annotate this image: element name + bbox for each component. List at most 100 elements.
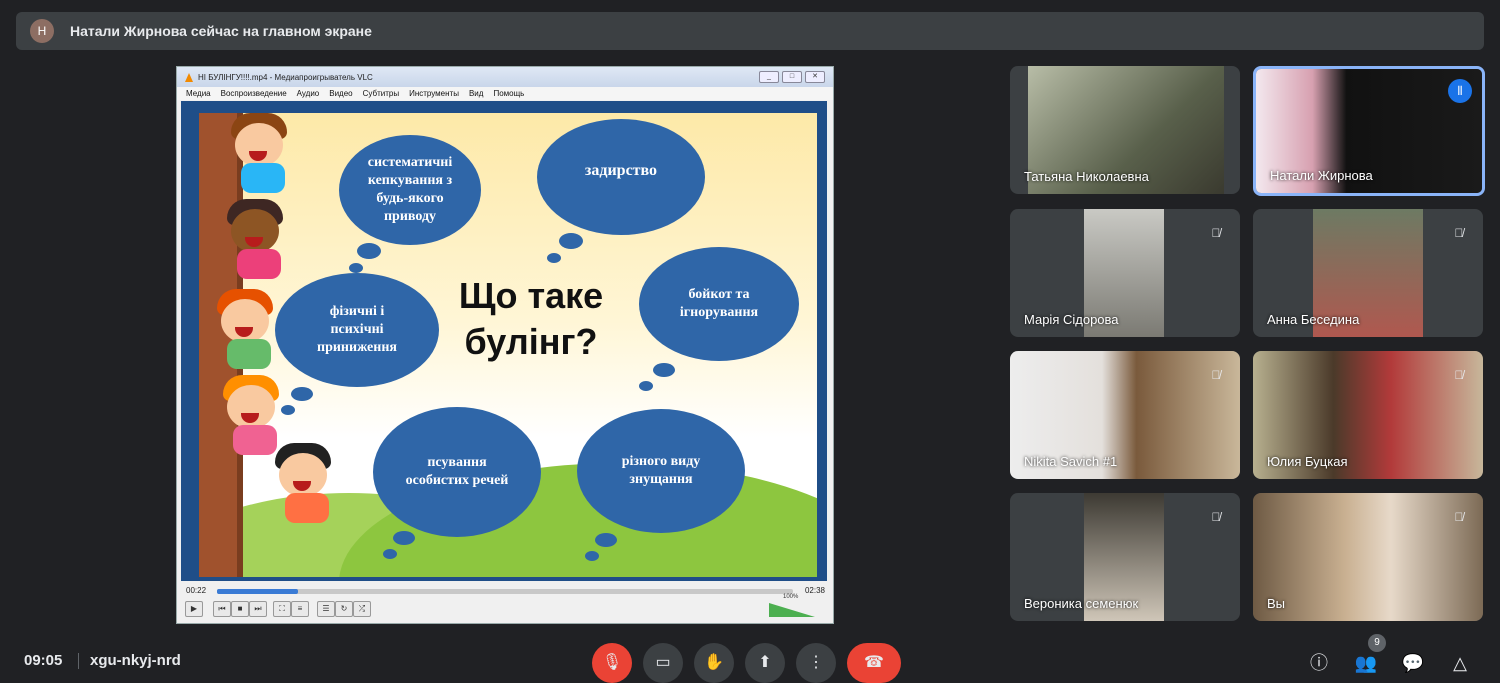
slide-title: Що таке булінг?	[458, 275, 604, 362]
participant-name: Анна Беседина	[1267, 312, 1360, 327]
volume-percent: 100%	[783, 594, 799, 600]
maximize-button[interactable]: □	[782, 71, 802, 83]
activities-button[interactable]: △	[1447, 650, 1473, 676]
slide: систематичні кепкування з будь-якого при…	[199, 113, 817, 577]
next-button[interactable]: ⏭	[249, 601, 267, 617]
participant-tile[interactable]: ⦀ Натали Жирнова	[1253, 66, 1485, 196]
menu-item[interactable]: Аудио	[297, 89, 320, 98]
participant-name: Натали Жирнова	[1270, 168, 1373, 183]
fullscreen-button[interactable]: ⛶	[273, 601, 291, 617]
vlc-cone-icon	[185, 72, 193, 82]
participant-tile[interactable]: 🎙̸ Вы	[1253, 493, 1483, 621]
mic-off-icon: 🎙̸	[1454, 510, 1464, 524]
playlist-button[interactable]: ☰	[317, 601, 335, 617]
thought-bubble	[393, 531, 415, 545]
previous-button[interactable]: ⏮	[213, 601, 231, 617]
end-call-icon: ☎	[864, 654, 884, 671]
camera-icon: ▭	[655, 654, 671, 671]
close-button[interactable]: ✕	[805, 71, 825, 83]
thought-bubble	[639, 381, 653, 391]
presentation-banner: Н Натали Жирнова сейчас на главном экран…	[16, 12, 1484, 50]
kid-illustration	[273, 443, 343, 543]
vlc-menubar: Медиа Воспроизведение Аудио Видео Субтит…	[177, 87, 833, 100]
kid-illustration	[225, 199, 295, 289]
participant-tile[interactable]: Татьяна Николаевна	[1010, 66, 1240, 194]
shared-screen: НІ БУЛІНГУ!!!!.mp4 - Медиапроигрыватель …	[176, 66, 834, 624]
participant-name: Вы	[1267, 596, 1286, 611]
camera-toggle-button[interactable]: ▭	[643, 643, 683, 683]
participant-name: Юлия Буцкая	[1267, 454, 1348, 469]
participant-name: Татьяна Николаевна	[1024, 169, 1149, 184]
speaking-indicator-icon: ⦀	[1448, 79, 1472, 103]
thought-bubble	[291, 387, 313, 401]
people-button[interactable]: 👥	[1353, 650, 1379, 676]
video-area[interactable]: систематичні кепкування з будь-якого при…	[181, 101, 827, 581]
mic-off-icon: 🎙̸	[1211, 510, 1221, 524]
raise-hand-button[interactable]: ✋	[694, 643, 734, 683]
cloud-abuse: різного виду знущання	[577, 409, 745, 533]
thought-bubble	[349, 263, 363, 273]
participant-tile[interactable]: 🎙̸ Юлия Буцкая	[1253, 351, 1483, 479]
divider	[78, 653, 79, 669]
thought-bubble	[383, 549, 397, 559]
stop-button[interactable]: ■	[231, 601, 249, 617]
seek-bar[interactable]	[217, 589, 793, 594]
meeting-clock: 09:05	[24, 652, 63, 669]
menu-item[interactable]: Видео	[329, 89, 352, 98]
participant-tile[interactable]: 🎙̸ Вероника семенюк	[1010, 493, 1240, 621]
menu-item[interactable]: Помощь	[493, 89, 524, 98]
kid-illustration	[229, 113, 299, 203]
activities-icon: △	[1453, 653, 1467, 673]
meeting-details-button[interactable]: ⓘ	[1306, 650, 1332, 676]
thought-bubble	[595, 533, 617, 547]
meeting-code: xgu-nkyj-nrd	[90, 652, 181, 669]
participant-tile[interactable]: 🎙̸ Nikita Savich #1	[1010, 351, 1240, 479]
people-icon: 👥	[1354, 653, 1378, 673]
banner-text: Натали Жирнова сейчас на главном экране	[70, 23, 372, 39]
mic-off-icon: 🎙	[601, 654, 623, 671]
presenter-avatar: Н	[30, 19, 54, 43]
participant-name: Вероника семенюк	[1024, 596, 1139, 611]
thought-bubble	[357, 243, 381, 259]
more-icon: ⋮	[808, 654, 824, 671]
end-call-button[interactable]: ☎	[847, 643, 901, 683]
present-button[interactable]: ⬆	[745, 643, 785, 683]
raise-hand-icon: ✋	[704, 654, 724, 671]
mic-off-icon: 🎙̸	[1454, 226, 1464, 240]
play-button[interactable]: ▶	[185, 601, 203, 617]
menu-item[interactable]: Инструменты	[409, 89, 459, 98]
mic-toggle-button[interactable]: 🎙	[592, 643, 632, 683]
extended-settings-button[interactable]: ≡	[291, 601, 309, 617]
volume-slider[interactable]: 100%	[769, 594, 815, 617]
cloud-damage: псування особистих речей	[373, 407, 541, 537]
thought-bubble	[559, 233, 583, 249]
vlc-titlebar: НІ БУЛІНГУ!!!!.mp4 - Медиапроигрыватель …	[177, 67, 833, 87]
participant-name: Nikita Savich #1	[1024, 454, 1118, 469]
thought-bubble	[585, 551, 599, 561]
loop-button[interactable]: ↻	[335, 601, 353, 617]
menu-item[interactable]: Субтитры	[363, 89, 399, 98]
minimize-button[interactable]: _	[759, 71, 779, 83]
shuffle-button[interactable]: ⤮	[353, 601, 371, 617]
cloud-humiliation: фізичні і психічні приниження	[275, 273, 439, 387]
vlc-title: НІ БУЛІНГУ!!!!.mp4 - Медиапроигрыватель …	[198, 72, 373, 82]
mic-off-icon: 🎙̸	[1211, 368, 1221, 382]
cloud-boycott: бойкот та ігнорування	[639, 247, 799, 361]
menu-item[interactable]: Воспроизведение	[221, 89, 287, 98]
chat-button[interactable]: 💬	[1400, 650, 1426, 676]
chat-icon: 💬	[1401, 653, 1425, 673]
menu-item[interactable]: Медиа	[186, 89, 211, 98]
more-options-button[interactable]: ⋮	[796, 643, 836, 683]
participant-name: Марія Сідорова	[1024, 312, 1119, 327]
info-icon: ⓘ	[1310, 653, 1328, 673]
time-total: 02:38	[804, 586, 825, 595]
participant-tile[interactable]: 🎙̸ Марія Сідорова	[1010, 209, 1240, 337]
thought-bubble	[653, 363, 675, 377]
menu-item[interactable]: Вид	[469, 89, 483, 98]
people-count-badge: 9	[1368, 634, 1386, 652]
present-icon: ⬆	[758, 654, 772, 671]
thought-bubble	[281, 405, 295, 415]
participant-tile[interactable]: 🎙̸ Анна Беседина	[1253, 209, 1483, 337]
mic-off-icon: 🎙̸	[1211, 226, 1221, 240]
mic-off-icon: 🎙̸	[1454, 368, 1464, 382]
